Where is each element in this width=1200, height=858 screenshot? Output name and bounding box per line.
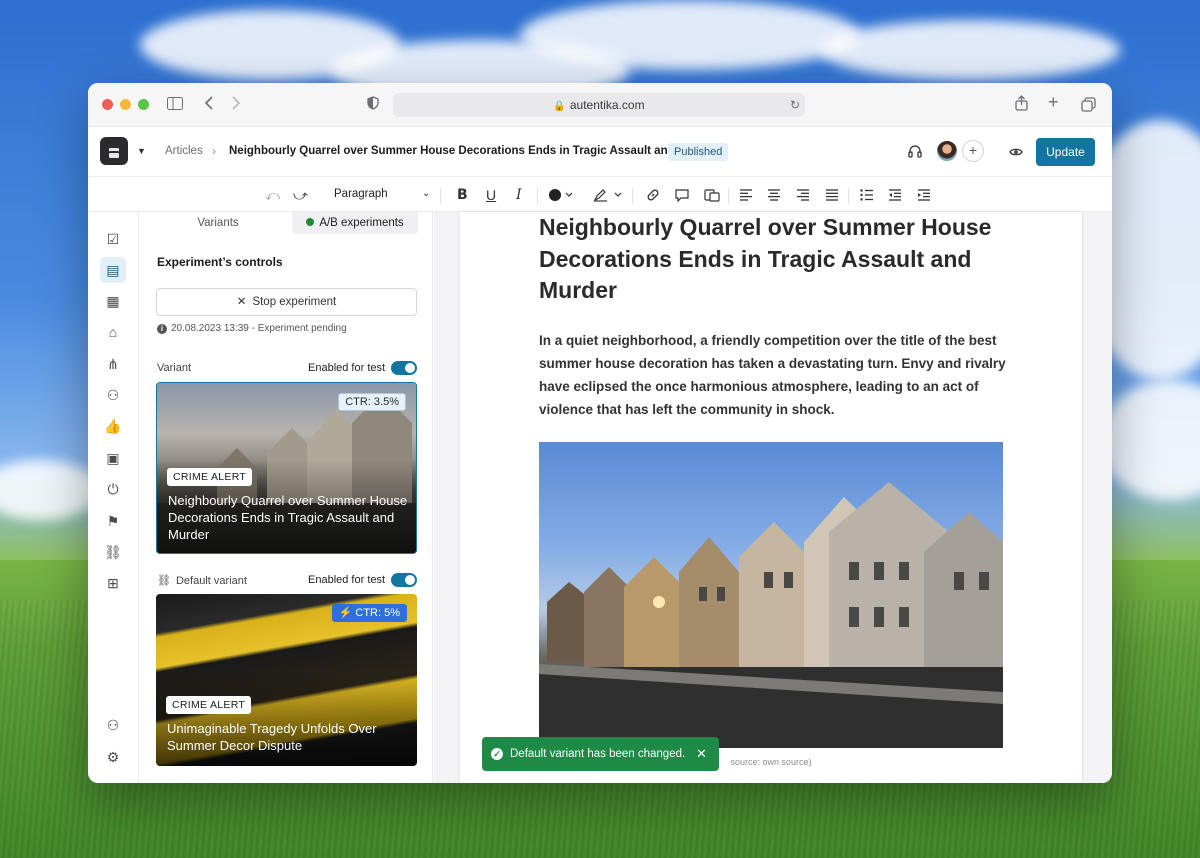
- highlighter-icon[interactable]: [593, 188, 623, 205]
- crime-alert-tag: CRIME ALERT: [167, 468, 253, 486]
- lightning-icon: ⚡: [338, 607, 353, 619]
- app-logo[interactable]: [100, 137, 128, 165]
- settings-gear-icon[interactable]: ⚙: [100, 744, 126, 770]
- block-type-select[interactable]: Paragraph: [334, 188, 388, 200]
- variant-label: Variant: [157, 362, 192, 374]
- toast-close-icon[interactable]: ✕: [696, 737, 707, 771]
- active-status-dot: [306, 218, 315, 226]
- wallet-icon[interactable]: ▣: [100, 445, 126, 471]
- browser-window: 🔒 autentika.com ↻ + ▼ Articles › Neighbou…: [88, 83, 1112, 783]
- stop-experiment-button[interactable]: ✕ Stop experiment: [156, 288, 417, 316]
- undo-icon[interactable]: ⤺: [265, 187, 280, 203]
- thumbs-up-icon[interactable]: 👍: [100, 413, 126, 439]
- breadcrumb-articles[interactable]: Articles: [165, 145, 203, 157]
- avatar[interactable]: [936, 140, 958, 162]
- toast-message: Default variant has been changed.: [510, 748, 686, 760]
- comment-icon[interactable]: [675, 188, 689, 205]
- article-lede[interactable]: In a quiet neighborhood, a friendly comp…: [539, 329, 1009, 421]
- minimize-window-button[interactable]: [120, 99, 131, 110]
- app-header: ▼ Articles › Neighbourly Quarrel over Su…: [88, 127, 1112, 177]
- users-icon[interactable]: ⚇: [100, 382, 126, 408]
- italic-icon[interactable]: I: [516, 187, 522, 203]
- align-right-icon[interactable]: [796, 188, 810, 204]
- preview-eye-icon[interactable]: [1009, 145, 1023, 161]
- tag-icon[interactable]: ⌂: [100, 319, 126, 345]
- media-icon[interactable]: [704, 188, 720, 205]
- close-window-button[interactable]: [102, 99, 113, 110]
- widgets-icon[interactable]: ⊞: [100, 570, 126, 596]
- experiments-panel: Variants A/B experiments Experiment’s co…: [140, 212, 433, 783]
- headphones-icon[interactable]: [908, 144, 922, 162]
- tabs-overview-icon[interactable]: [1081, 97, 1096, 116]
- panel-tabs: Variants A/B experiments: [156, 212, 418, 234]
- align-justify-icon[interactable]: [825, 188, 839, 204]
- forward-icon[interactable]: [231, 96, 241, 114]
- success-toast: ✓ Default variant has been changed. ✕: [482, 737, 719, 771]
- close-icon: ✕: [236, 296, 247, 308]
- underline-icon[interactable]: U: [486, 187, 496, 203]
- tab-ab-experiments[interactable]: A/B experiments: [292, 212, 418, 234]
- section-title: Experiment’s controls: [157, 255, 283, 269]
- breadcrumb-current-article: Neighbourly Quarrel over Summer House De…: [229, 145, 717, 157]
- link-icon[interactable]: ⛓: [100, 539, 126, 565]
- share-nodes-icon[interactable]: ⋔: [100, 351, 126, 377]
- breadcrumb-separator: ›: [212, 144, 216, 158]
- add-collaborator-button[interactable]: +: [962, 140, 984, 162]
- default-variant-headline: Unimaginable Tragedy Unfolds Over Summer…: [167, 721, 377, 753]
- editor-toolbar: ⤺ ⤻ Paragraph ⌄ B U I: [88, 178, 1112, 212]
- check-icon: ✓: [491, 748, 503, 760]
- article-photo[interactable]: [539, 442, 1003, 748]
- share-icon[interactable]: [1015, 95, 1028, 115]
- sidebar-rail: ☑ ▤ ▦ ⌂ ⋔ ⚇ 👍 ▣ ⏻ ⚑ ⛓ ⊞ ⚇ ⚙: [88, 212, 139, 783]
- status-badge: Published: [668, 143, 729, 161]
- default-variant-card[interactable]: ⚡ CTR: 5% CRIME ALERT Unimaginable Trage…: [156, 594, 417, 766]
- text-color-icon[interactable]: [548, 188, 574, 205]
- address-bar[interactable]: 🔒 autentika.com: [393, 93, 805, 117]
- variant-enabled-label: Enabled for test: [308, 362, 386, 374]
- tab-variants[interactable]: Variants: [156, 212, 280, 234]
- crime-alert-tag: CRIME ALERT: [166, 696, 252, 714]
- lock-icon: 🔒: [553, 101, 566, 112]
- variant-card[interactable]: CTR: 3.5% CRIME ALERT Neighbourly Quarre…: [156, 382, 417, 554]
- default-variant-label: ⛓ Default variant: [157, 575, 247, 587]
- article-icon[interactable]: ▤: [100, 257, 126, 283]
- link-icon[interactable]: [646, 188, 660, 205]
- variant-headline: Neighbourly Quarrel over Summer House De…: [168, 493, 408, 542]
- sidebar-toggle-icon[interactable]: [167, 97, 183, 114]
- indent-icon[interactable]: [917, 188, 931, 204]
- default-enabled-label: Enabled for test: [308, 574, 386, 586]
- default-enabled-toggle[interactable]: [391, 573, 417, 587]
- chevron-down-icon[interactable]: ▼: [137, 146, 146, 156]
- plug-icon[interactable]: ⏻: [100, 476, 126, 502]
- chevron-down-icon[interactable]: ⌄: [422, 188, 430, 199]
- align-center-icon[interactable]: [767, 188, 781, 204]
- maximize-window-button[interactable]: [138, 99, 149, 110]
- team-icon[interactable]: ⚇: [100, 712, 126, 738]
- back-icon[interactable]: [204, 96, 214, 114]
- outdent-icon[interactable]: [888, 188, 902, 204]
- ctr-badge: CTR: 3.5%: [338, 393, 406, 411]
- variant-enabled-toggle[interactable]: [391, 361, 417, 375]
- shield-icon[interactable]: [367, 96, 379, 114]
- flag-icon[interactable]: ⚑: [100, 508, 126, 534]
- reload-icon[interactable]: ↻: [790, 97, 800, 113]
- update-button[interactable]: Update: [1036, 138, 1095, 166]
- article-page[interactable]: Neighbourly Quarrel over Summer House De…: [460, 212, 1082, 783]
- redo-icon[interactable]: ⤻: [293, 187, 308, 203]
- ctr-badge-highlight: ⚡ CTR: 5%: [331, 604, 407, 622]
- browser-toolbar: 🔒 autentika.com ↻ +: [88, 83, 1112, 127]
- bullet-list-icon[interactable]: [860, 188, 874, 204]
- new-tab-icon[interactable]: +: [1048, 93, 1059, 111]
- link-icon: ⛓: [157, 575, 171, 587]
- article-title[interactable]: Neighbourly Quarrel over Summer House De…: [539, 212, 1009, 307]
- bold-icon[interactable]: B: [457, 187, 468, 203]
- experiment-status: i 20.08.2023 13:39 - Experiment pending: [157, 323, 347, 334]
- calendar-icon[interactable]: ▦: [100, 288, 126, 314]
- checklist-icon[interactable]: ☑: [100, 226, 126, 252]
- align-left-icon[interactable]: [739, 188, 753, 204]
- url-text: autentika.com: [569, 98, 645, 112]
- info-icon: i: [157, 324, 167, 334]
